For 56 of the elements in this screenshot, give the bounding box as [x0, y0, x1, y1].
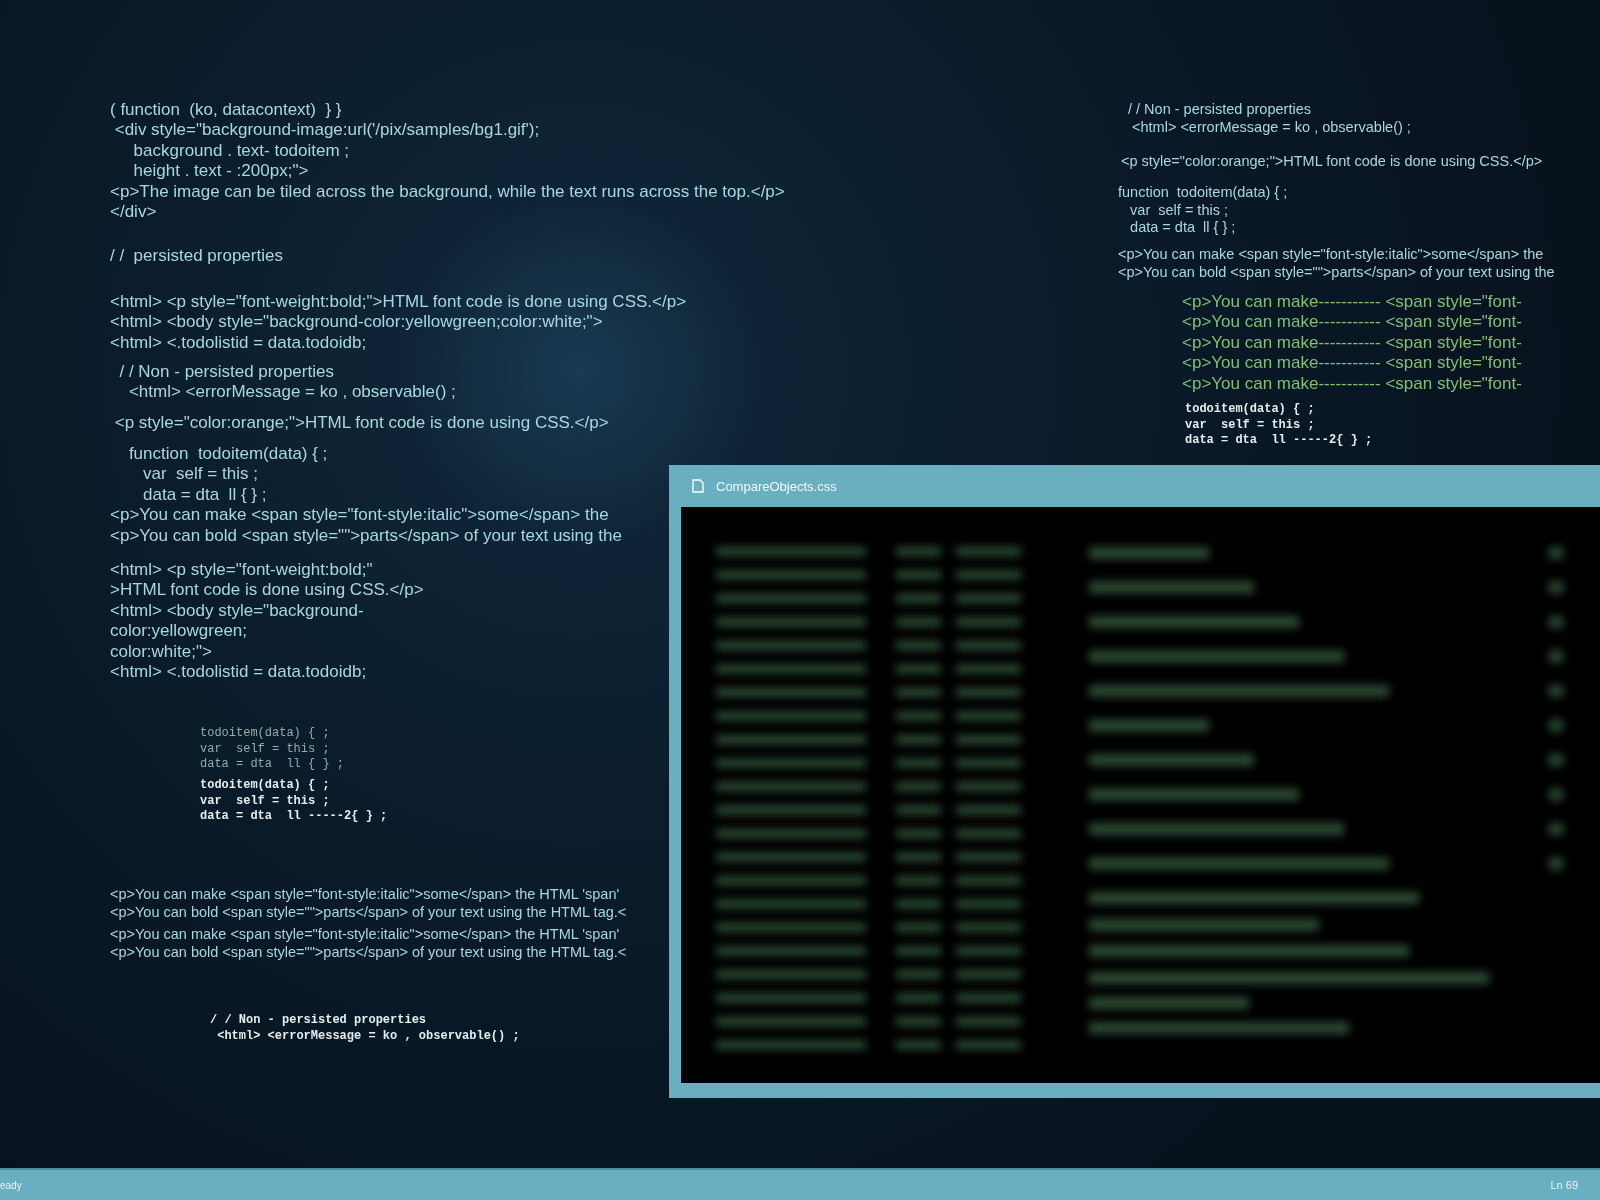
code-line: <html> <p style="font-weight:bold;">HTML font code is done using CSS.</p>: [110, 292, 687, 313]
code-line: function todoitem(data) { ;: [127, 444, 328, 465]
code-line: todoitem(data) { ;: [200, 726, 330, 742]
code-line: / / Non - persisted properties: [210, 1013, 427, 1029]
code-line: background . text- todoitem ;: [132, 140, 350, 162]
code-line: / / Non - persisted properties: [118, 362, 334, 383]
code-line: <p>You can make----------- <span style="font-: [1182, 312, 1522, 333]
code-line: <html> <errorMessage = ko , observable() ;: [216, 1028, 520, 1044]
code-line: <p>You can make <span style="font-style:italic">some</span> the HTML 'span': [110, 926, 620, 944]
code-line: <p>You can bold <span style="">parts</span> of your text using the: [110, 525, 622, 547]
code-line: </div>: [110, 202, 157, 223]
code-line: var self = this ;: [142, 464, 258, 485]
code-line: / / persisted properties: [110, 246, 283, 267]
code-line: >HTML font code is done using CSS.</p>: [110, 580, 424, 601]
code-line: function todoitem(data) { ;: [1118, 184, 1288, 202]
code-line: data = dta ll -----2{ } ;: [1185, 433, 1373, 449]
code-line: todoitem(data) { ;: [1185, 402, 1315, 418]
code-line: <html> <.todolistid = data.todoidb;: [110, 332, 367, 354]
code-line: data = dta ll { } ;: [200, 757, 345, 773]
code-line: height . text - :200px;">: [132, 161, 309, 182]
code-line: <p>You can bold <span style="">parts</span> of your text using the HTML tag.<: [110, 943, 627, 961]
code-line: <p>You can bold <span style="">parts</span> of your text using the: [1118, 263, 1555, 281]
code-line: color:yellowgreen;: [110, 621, 247, 642]
code-line: data = dta ll { } ;: [1129, 219, 1236, 237]
code-line: todoitem(data) { ;: [200, 778, 330, 794]
code-line: var self = this ;: [200, 793, 330, 809]
line-number-status: Ln 69: [1550, 1179, 1578, 1191]
code-line: <p style="color:orange;">HTML font code is done using CSS.</p>: [113, 413, 609, 434]
code-line: var self = this ;: [200, 741, 330, 757]
code-line: <p>You can make----------- <span style="font-: [1182, 373, 1522, 395]
code-line: <p>You can bold <span style="">parts</span> of your text using the HTML tag.<: [110, 903, 627, 921]
document-icon: [692, 479, 704, 493]
code-line: <p>You can make <span style="font-style:italic">some</span> the HTML 'span': [110, 886, 620, 904]
code-line: data = dta ll { } ;: [142, 484, 267, 506]
code-line: <p style="color:orange;">HTML font code is done using CSS.</p>: [1121, 153, 1543, 171]
code-line: <html> <body style="background-color:yellowgreen;color:white;">: [110, 312, 603, 333]
code-line: <html> <.todolistid = data.todoidb;: [110, 662, 367, 683]
code-line: <html> <errorMessage = ko , observable() ;: [127, 382, 456, 403]
code-line: <html> <p style="font-weight:bold;": [110, 560, 373, 581]
code-line: <html> <body style="background-: [110, 600, 364, 622]
code-line: <p>You can make <span style="font-style:italic">some</span> the: [110, 505, 609, 526]
code-line: <p>You can make----------- <span style="font-: [1182, 353, 1522, 374]
code-line: <p>You can make <span style="font-style:italic">some</span> the: [1118, 246, 1544, 264]
code-line: data = dta ll -----2{ } ;: [200, 809, 388, 825]
code-line: ( function (ko, datacontext) } }: [110, 100, 342, 121]
code-line: var self = this ;: [1129, 201, 1228, 219]
code-line: <p>You can make----------- <span style="font-: [1182, 292, 1522, 313]
status-text: eady: [0, 1179, 22, 1191]
code-line: <p>The image can be tiled across the background, while the text runs across the top.</p>: [110, 181, 785, 203]
code-line: var self = this ;: [1185, 417, 1315, 433]
code-line: color:white;">: [110, 641, 212, 663]
code-line: <html> <errorMessage = ko , observable() ;: [1131, 118, 1411, 136]
window-title: CompareObjects.css: [716, 478, 837, 494]
code-line: <div style="background-image:url('/pix/samples/bg1.gif');: [113, 120, 540, 141]
code-line: <p>You can make----------- <span style="font-: [1182, 332, 1522, 354]
code-line: / / Non - persisted properties: [1128, 101, 1311, 119]
